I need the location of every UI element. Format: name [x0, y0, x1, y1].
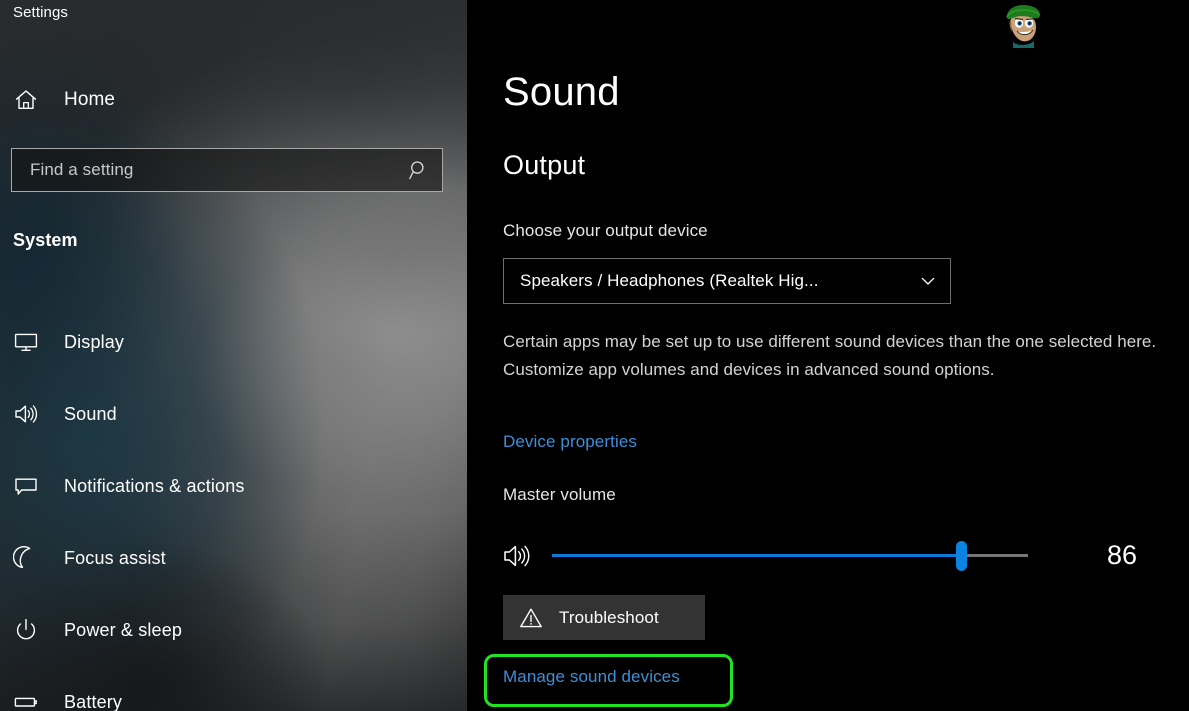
output-device-dropdown[interactable]: Speakers / Headphones (Realtek Hig... — [503, 258, 951, 304]
speaker-volume-icon — [4, 401, 48, 427]
search-icon[interactable] — [396, 159, 442, 181]
output-device-selected-value: Speakers / Headphones (Realtek Hig... — [504, 271, 906, 291]
slider-track-fill — [552, 554, 961, 557]
device-properties-link[interactable]: Device properties — [503, 432, 637, 452]
display-monitor-icon — [4, 329, 48, 355]
master-volume-value: 86 — [1077, 540, 1167, 571]
search-input-placeholder: Find a setting — [12, 160, 396, 180]
sidebar-item-display[interactable]: Display — [0, 306, 467, 378]
settings-window: Settings Home Find a setting — [0, 0, 1189, 711]
sidebar-nav-list: Display Sound — [0, 306, 467, 711]
sidebar-item-display-label: Display — [64, 332, 124, 353]
master-volume-slider[interactable] — [552, 533, 1028, 579]
page-title: Sound — [503, 70, 620, 115]
settings-sidebar: Settings Home Find a setting — [0, 0, 467, 711]
troubleshoot-button[interactable]: Troubleshoot — [503, 595, 705, 640]
sidebar-item-focus-assist-label: Focus assist — [64, 548, 166, 569]
sidebar-item-battery-label: Battery — [64, 692, 122, 711]
warning-triangle-icon — [503, 606, 559, 630]
search-input[interactable]: Find a setting — [11, 148, 443, 192]
sidebar-item-home[interactable]: Home — [0, 80, 467, 120]
cartoon-character-watermark — [997, 2, 1051, 48]
sidebar-item-power-sleep-label: Power & sleep — [64, 620, 182, 641]
sidebar-item-power-sleep[interactable]: Power & sleep — [0, 594, 467, 666]
chat-bubble-icon — [4, 473, 48, 499]
chevron-down-icon — [906, 272, 950, 290]
slider-thumb[interactable] — [956, 541, 967, 571]
sidebar-item-home-label: Home — [64, 89, 115, 111]
speaker-volume-icon[interactable] — [503, 539, 539, 573]
sidebar-item-notifications-actions[interactable]: Notifications & actions — [0, 450, 467, 522]
sidebar-section-title: System — [13, 230, 78, 251]
sidebar-item-battery[interactable]: Battery — [0, 666, 467, 711]
power-icon — [4, 617, 48, 643]
master-volume-label: Master volume — [503, 485, 616, 505]
sidebar-item-sound[interactable]: Sound — [0, 378, 467, 450]
sidebar-item-sound-label: Sound — [64, 404, 117, 425]
output-device-label: Choose your output device — [503, 221, 708, 241]
troubleshoot-button-label: Troubleshoot — [559, 608, 659, 628]
battery-icon — [4, 689, 48, 711]
home-icon — [4, 87, 48, 113]
output-description-text: Certain apps may be set up to use differ… — [503, 328, 1175, 384]
settings-main-content: Sound Output Choose your output device S… — [467, 0, 1189, 711]
crescent-moon-icon — [4, 545, 48, 571]
sidebar-item-focus-assist[interactable]: Focus assist — [0, 522, 467, 594]
manage-sound-devices-link[interactable]: Manage sound devices — [503, 667, 680, 687]
sidebar-item-notifications-actions-label: Notifications & actions — [64, 476, 245, 497]
output-section-heading: Output — [503, 150, 585, 181]
master-volume-row: 86 — [503, 533, 1183, 579]
window-title: Settings — [13, 4, 68, 21]
